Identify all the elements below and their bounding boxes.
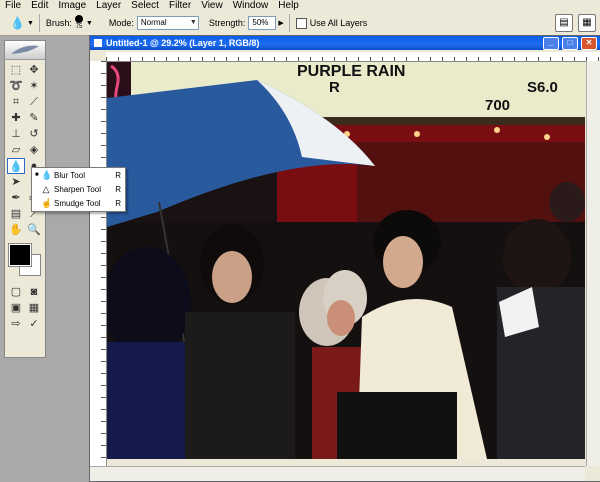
quick-mask-mode-icon[interactable]: ◙ bbox=[25, 284, 43, 300]
screen-mode-standard-icon[interactable]: ▣ bbox=[7, 300, 25, 316]
lasso-tool-icon[interactable]: ➰ bbox=[7, 78, 25, 94]
finger-icon: ☝ bbox=[41, 198, 53, 208]
separator bbox=[38, 14, 40, 32]
feather-icon bbox=[11, 45, 39, 54]
menu-window[interactable]: Window bbox=[228, 0, 274, 11]
horizontal-ruler[interactable] bbox=[106, 52, 600, 62]
menu-select[interactable]: Select bbox=[126, 0, 164, 11]
document-icon bbox=[94, 39, 102, 47]
menu-image[interactable]: Image bbox=[53, 0, 91, 11]
options-bar: 💧 ▼ Brush: 75 ▼ Mode: Normal ▼ Strength:… bbox=[0, 11, 600, 36]
zoom-tool-icon[interactable]: 🔍 bbox=[25, 222, 43, 238]
tool-preset-picker[interactable]: 💧 bbox=[10, 16, 25, 30]
move-tool-icon[interactable]: ✥ bbox=[25, 62, 43, 78]
document-title: Untitled-1 @ 29.2% (Layer 1, RGB/8) bbox=[106, 38, 260, 48]
menu-edit[interactable]: Edit bbox=[26, 0, 53, 11]
mode-select[interactable]: Normal ▼ bbox=[136, 16, 199, 30]
path-selection-tool-icon[interactable]: ➤ bbox=[7, 174, 25, 190]
chevron-down-icon: ▼ bbox=[189, 19, 197, 26]
blur-tool-flyout-menu: ■ 💧 Blur Tool R △ Sharpen Tool R ☝ Smudg… bbox=[31, 167, 126, 212]
strength-value: 50% bbox=[252, 18, 269, 27]
foreground-color-swatch[interactable] bbox=[8, 243, 32, 267]
jump-to-imageready-icon[interactable]: ⇨ bbox=[7, 316, 25, 332]
menu-view[interactable]: View bbox=[196, 0, 228, 11]
minimize-button[interactable]: _ bbox=[543, 37, 559, 50]
standard-mode-icon[interactable]: ▢ bbox=[7, 284, 25, 300]
menu-help[interactable]: Help bbox=[273, 0, 304, 11]
vertical-ruler[interactable] bbox=[90, 61, 107, 466]
history-brush-tool-icon[interactable]: ↺ bbox=[25, 126, 43, 142]
document-titlebar[interactable]: Untitled-1 @ 29.2% (Layer 1, RGB/8) _ □ … bbox=[90, 36, 600, 50]
maximize-button[interactable]: □ bbox=[562, 37, 578, 50]
slice-tool-icon[interactable]: ⟋ bbox=[25, 94, 43, 110]
mode-label: Mode: bbox=[108, 18, 134, 28]
chevron-down-icon[interactable]: ▼ bbox=[86, 20, 93, 27]
brush-label: Brush: bbox=[45, 18, 72, 28]
magic-wand-tool-icon[interactable]: ✶ bbox=[25, 78, 43, 94]
horizontal-scrollbar[interactable] bbox=[90, 466, 585, 481]
vertical-scrollbar[interactable] bbox=[586, 61, 600, 466]
flyout-item-blur-tool[interactable]: ■ 💧 Blur Tool R bbox=[32, 169, 125, 182]
brush-size: 75 bbox=[75, 24, 83, 30]
document-window: Untitled-1 @ 29.2% (Layer 1, RGB/8) _ □ … bbox=[89, 35, 600, 482]
crop-tool-icon[interactable]: ⌗ bbox=[7, 94, 25, 110]
flyout-item-label: Smudge Tool bbox=[54, 199, 101, 208]
pen-tool-icon[interactable]: ✒ bbox=[7, 190, 25, 206]
image-canvas[interactable]: PURPLE RAIN R S6.0 700 bbox=[107, 62, 585, 459]
photo: PURPLE RAIN R S6.0 700 bbox=[107, 62, 585, 459]
menu-layer[interactable]: Layer bbox=[91, 0, 126, 11]
marquee-text-line4: 700 bbox=[485, 97, 510, 114]
menu-file[interactable]: File bbox=[0, 0, 26, 11]
flyout-item-label: Blur Tool bbox=[54, 171, 85, 180]
marquee-text-line2: R bbox=[329, 79, 340, 96]
flyout-item-sharpen-tool[interactable]: △ Sharpen Tool R bbox=[32, 183, 125, 196]
palette-well-icon[interactable]: ▦ bbox=[578, 14, 596, 32]
brush-picker[interactable]: 75 bbox=[74, 15, 83, 31]
blur-tool-icon[interactable]: 💧 bbox=[7, 158, 25, 174]
notes-tool-icon[interactable]: ▤ bbox=[7, 206, 25, 222]
toolbox-header[interactable] bbox=[5, 41, 45, 60]
menu-bar: File Edit Image Layer Select Filter View… bbox=[0, 0, 600, 11]
flyout-item-shortcut: R bbox=[115, 171, 121, 180]
file-browser-icon[interactable]: ▤ bbox=[555, 14, 573, 32]
clone-stamp-tool-icon[interactable]: ⊥ bbox=[7, 126, 25, 142]
flyout-item-shortcut: R bbox=[115, 185, 121, 194]
brush-tool-icon[interactable]: ✎ bbox=[25, 110, 43, 126]
screen-mode-full-icon[interactable]: ▦ bbox=[25, 300, 43, 316]
flyout-item-label: Sharpen Tool bbox=[54, 185, 101, 194]
use-all-layers-checkbox[interactable] bbox=[295, 17, 307, 29]
eraser-tool-icon[interactable]: ▱ bbox=[7, 142, 25, 158]
color-swatches bbox=[5, 242, 45, 276]
flyout-item-smudge-tool[interactable]: ☝ Smudge Tool R bbox=[32, 197, 125, 210]
menu-filter[interactable]: Filter bbox=[164, 0, 196, 11]
flyout-item-shortcut: R bbox=[115, 199, 121, 208]
drop-icon: 💧 bbox=[41, 170, 53, 180]
paint-bucket-tool-icon[interactable]: ◈ bbox=[25, 142, 43, 158]
brush-dot-icon bbox=[74, 15, 83, 23]
marquee-text-line3: S6.0 bbox=[527, 79, 558, 96]
imageready-icon[interactable]: ✓ bbox=[25, 316, 43, 332]
mode-value: Normal bbox=[140, 18, 167, 27]
chevron-down-icon[interactable]: ▼ bbox=[27, 20, 34, 27]
marquee-tool-icon[interactable]: ⬚ bbox=[7, 62, 25, 78]
strength-label: Strength: bbox=[208, 18, 246, 28]
cone-icon: △ bbox=[42, 184, 50, 194]
marquee-text-line1: PURPLE RAIN bbox=[297, 63, 405, 80]
use-all-layers-label: Use All Layers bbox=[309, 18, 368, 28]
separator bbox=[288, 14, 290, 32]
healing-brush-tool-icon[interactable]: ✚ bbox=[7, 110, 25, 126]
hand-tool-icon[interactable]: ✋ bbox=[7, 222, 25, 238]
strength-input[interactable]: 50% bbox=[248, 16, 277, 30]
close-button[interactable]: ✕ bbox=[581, 37, 597, 50]
chevron-right-icon[interactable]: ▶ bbox=[278, 19, 283, 27]
